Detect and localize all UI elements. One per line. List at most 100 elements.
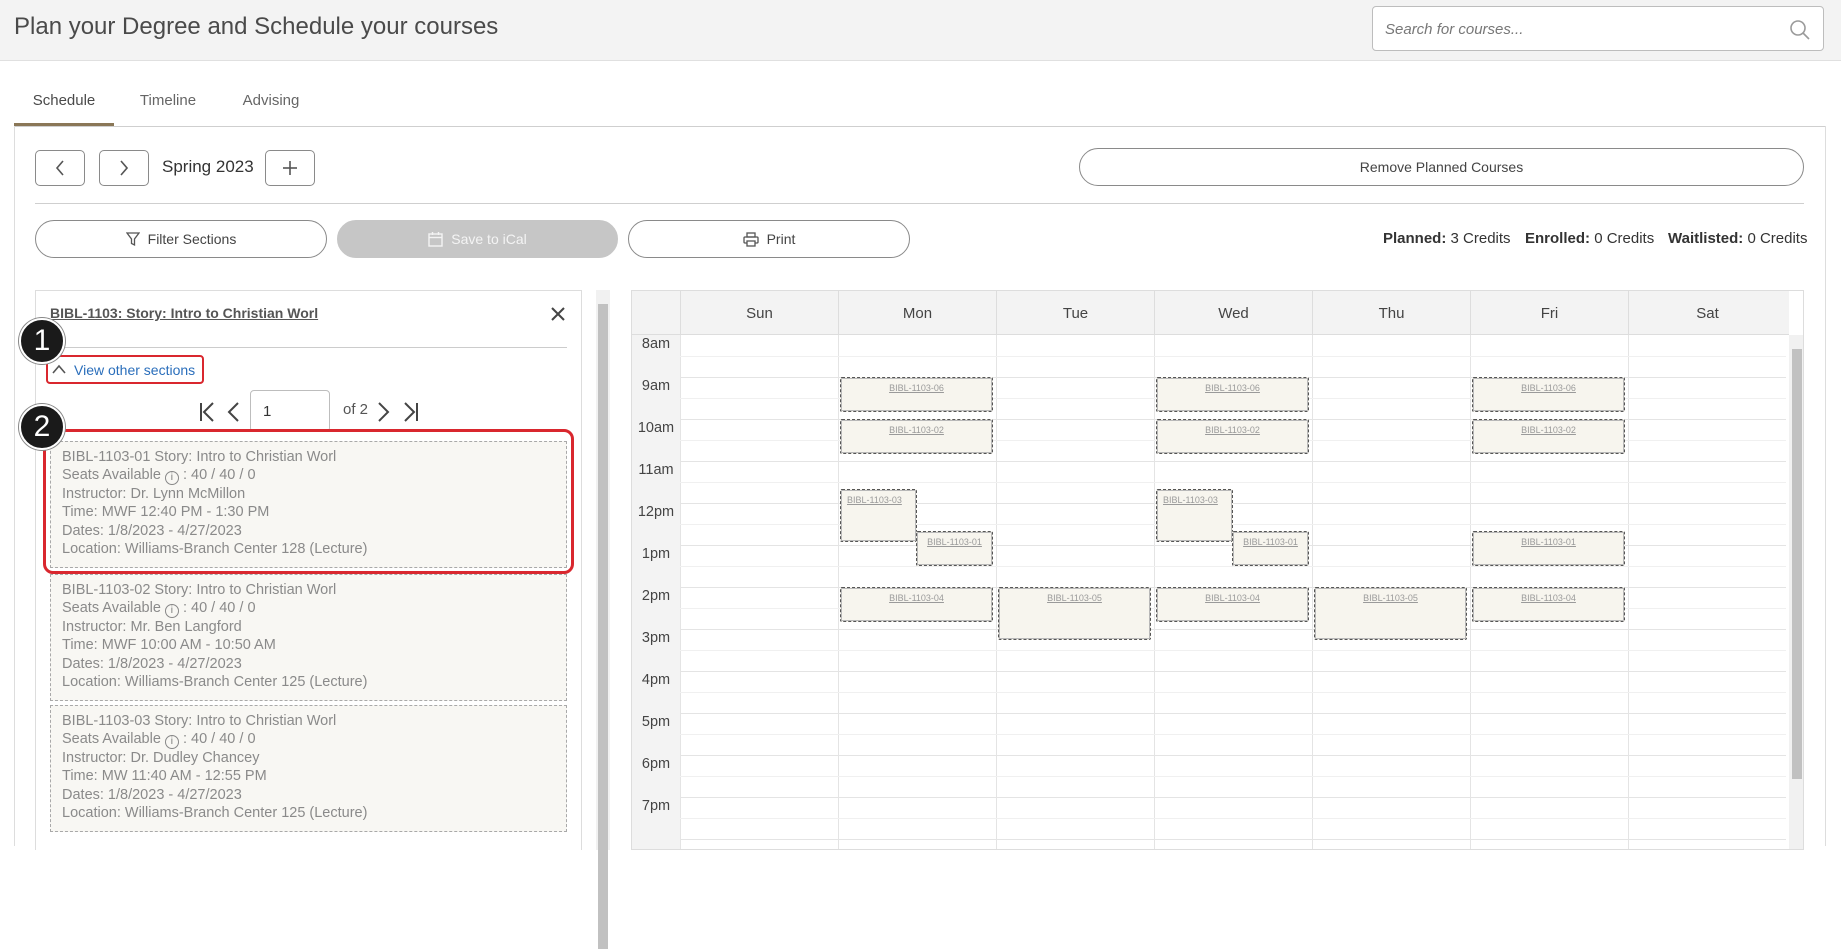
page-title: Plan your Degree and Schedule your cours…	[14, 13, 499, 40]
day-header-mon: Mon	[838, 291, 996, 335]
section-time: Time: MW 11:40 AM - 12:55 PM	[62, 768, 267, 785]
previous-term-button[interactable]	[35, 150, 85, 186]
planned-credits-label: Planned:	[1383, 230, 1447, 247]
search-box[interactable]	[1372, 6, 1824, 51]
tab-schedule[interactable]: Schedule	[14, 86, 114, 127]
callout-marker-2: 2	[19, 404, 65, 450]
section-card[interactable]: BIBL-1103-02 Story: Intro to Christian W…	[50, 574, 567, 701]
calendar-event[interactable]: BIBL-1103-06	[840, 377, 993, 412]
weekly-calendar: Sun Mon Tue Wed Thu Fri Sat 8am 9am 10am 11am 12pm…	[631, 290, 1804, 850]
panel-divider	[50, 347, 567, 348]
day-column-divider	[1628, 335, 1629, 849]
printer-icon	[742, 231, 759, 247]
search-input[interactable]	[1385, 17, 1765, 41]
scrollbar-thumb[interactable]	[1792, 349, 1802, 779]
hour-label: 9am	[632, 378, 680, 394]
section-dates: Dates: 1/8/2023 - 4/27/2023	[62, 655, 242, 672]
waitlisted-credits-value: 0 Credits	[1747, 230, 1808, 247]
remove-planned-courses-button[interactable]: Remove Planned Courses	[1079, 148, 1804, 186]
close-icon[interactable]	[549, 305, 567, 323]
day-column-divider	[1312, 335, 1313, 849]
hour-gridline	[680, 797, 1786, 798]
half-hour-gridline	[680, 566, 1786, 567]
calendar-event[interactable]: BIBL-1103-02	[1472, 419, 1625, 454]
calendar-event[interactable]: BIBL-1103-06	[1156, 377, 1309, 412]
next-page-icon[interactable]	[374, 400, 392, 424]
hour-label: 8am	[632, 336, 680, 352]
info-icon[interactable]: i	[164, 604, 179, 619]
half-hour-gridline	[680, 692, 1786, 693]
hour-label: 1pm	[632, 546, 680, 562]
save-to-ical-label: Save to iCal	[451, 231, 527, 247]
calendar-event[interactable]: BIBL-1103-04	[1472, 587, 1625, 622]
highlight-box-2	[43, 429, 574, 574]
plus-icon	[283, 161, 297, 175]
half-hour-gridline	[680, 734, 1786, 735]
day-column-divider	[1154, 335, 1155, 849]
calendar-scrollbar[interactable]	[1789, 335, 1803, 849]
course-title-link[interactable]: BIBL-1103: Story: Intro to Christian Wor…	[50, 305, 318, 321]
hour-label: 2pm	[632, 588, 680, 604]
calendar-icon	[428, 232, 443, 247]
page-count-label: of 2	[343, 401, 369, 418]
first-page-icon[interactable]	[198, 400, 216, 424]
day-column-divider	[838, 335, 839, 849]
day-column-divider	[996, 335, 997, 849]
calendar-event[interactable]: BIBL-1103-02	[1156, 419, 1309, 454]
calendar-event[interactable]: BIBL-1103-05	[998, 587, 1151, 640]
filter-sections-label: Filter Sections	[147, 231, 237, 247]
calendar-header: Sun Mon Tue Wed Thu Fri Sat	[632, 291, 1789, 335]
calendar-event[interactable]: BIBL-1103-02	[840, 419, 993, 454]
enrolled-credits-value: 0 Credits	[1594, 230, 1655, 247]
save-to-ical-button[interactable]: Save to iCal	[337, 220, 618, 258]
section-instructor: Instructor: Mr. Ben Langford	[62, 619, 242, 636]
info-icon[interactable]: i	[164, 735, 179, 750]
section-card[interactable]: BIBL-1103-03 Story: Intro to Christian W…	[50, 705, 567, 832]
day-column-divider	[1470, 335, 1471, 849]
planned-credits: Planned: 3 Credits	[1383, 230, 1511, 247]
calendar-event[interactable]: BIBL-1103-04	[1156, 587, 1309, 622]
day-header-thu: Thu	[1312, 291, 1470, 335]
filter-sections-button[interactable]: Filter Sections	[35, 220, 327, 258]
planned-credits-value: 3 Credits	[1450, 230, 1511, 247]
print-button[interactable]: Print	[628, 220, 910, 258]
calendar-event[interactable]: BIBL-1103-06	[1472, 377, 1625, 412]
highlight-box-1	[46, 355, 204, 384]
chevron-left-icon	[55, 160, 64, 176]
half-hour-gridline	[680, 356, 1786, 357]
previous-page-icon[interactable]	[225, 400, 243, 424]
half-hour-gridline	[680, 482, 1786, 483]
calendar-event[interactable]: BIBL-1103-03	[1156, 489, 1233, 542]
section-title: BIBL-1103-02 Story: Intro to Christian W…	[62, 582, 337, 598]
calendar-event[interactable]: BIBL-1103-04	[840, 587, 993, 622]
search-icon[interactable]	[1789, 19, 1811, 41]
calendar-event[interactable]: BIBL-1103-01	[916, 531, 993, 566]
page-header: Plan your Degree and Schedule your cours…	[0, 0, 1841, 61]
waitlisted-credits-label: Waitlisted:	[1668, 230, 1744, 247]
calendar-event[interactable]: BIBL-1103-03	[840, 489, 917, 542]
enrolled-credits: Enrolled: 0 Credits	[1525, 230, 1654, 247]
sections-scrollbar[interactable]	[596, 290, 610, 949]
waitlisted-credits: Waitlisted: 0 Credits	[1668, 230, 1807, 247]
hour-gridline	[680, 755, 1786, 756]
seats-label: Seats Available	[62, 731, 161, 748]
seats-label: Seats Available	[62, 600, 161, 617]
scrollbar-thumb[interactable]	[598, 304, 608, 949]
calendar-event[interactable]: BIBL-1103-01	[1472, 531, 1625, 566]
chevron-right-icon	[120, 160, 129, 176]
seats-value: : 40 / 40 / 0	[182, 731, 256, 748]
hour-label: 6pm	[632, 756, 680, 772]
hour-gridline	[680, 461, 1786, 462]
add-term-button[interactable]	[265, 150, 315, 186]
tab-advising[interactable]: Advising	[225, 86, 317, 127]
last-page-icon[interactable]	[402, 400, 420, 424]
tab-timeline[interactable]: Timeline	[123, 86, 213, 127]
calendar-event[interactable]: BIBL-1103-05	[1314, 587, 1467, 640]
toolbar-divider	[35, 203, 1804, 204]
seats-available: Seats Available i : 40 / 40 / 0	[62, 730, 555, 750]
half-hour-gridline	[680, 650, 1786, 651]
page-number-input[interactable]	[250, 390, 330, 432]
calendar-event[interactable]: BIBL-1103-01	[1232, 531, 1309, 566]
next-term-button[interactable]	[99, 150, 149, 186]
hour-label: 3pm	[632, 630, 680, 646]
